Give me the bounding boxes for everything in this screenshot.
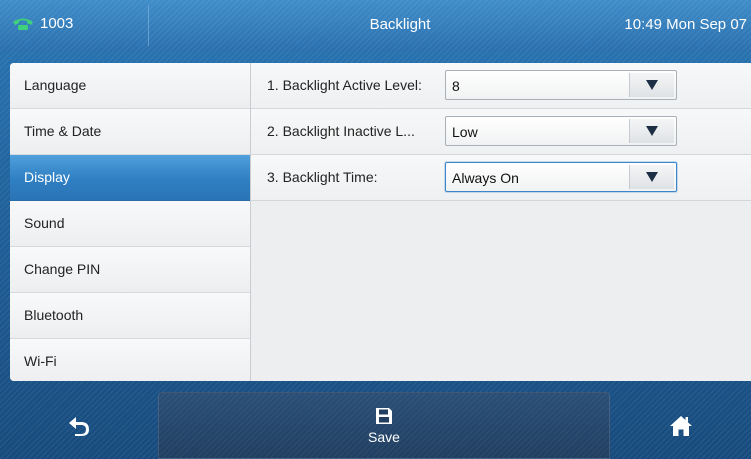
sidebar: Language Time & Date Display Sound Chang… — [10, 63, 251, 381]
clock: 10:49 Mon Sep 07 — [624, 16, 747, 33]
sidebar-item-label: Display — [24, 169, 70, 185]
dropdown-button[interactable] — [629, 119, 674, 143]
setting-row-backlight-time: 3. Backlight Time: Always On — [251, 155, 751, 201]
status-bar: 1003 Backlight 10:49 Mon Sep 07 — [0, 0, 751, 52]
status-divider — [148, 6, 149, 46]
settings-panel: Language Time & Date Display Sound Chang… — [10, 63, 751, 381]
backlight-active-level-select[interactable]: 8 — [445, 70, 677, 100]
sidebar-item-language[interactable]: Language — [10, 63, 250, 109]
settings-content: 1. Backlight Active Level: 8 2. Backligh… — [251, 63, 751, 381]
backlight-inactive-level-select[interactable]: Low — [445, 116, 677, 146]
sidebar-item-label: Change PIN — [24, 261, 101, 277]
save-label: Save — [368, 428, 400, 445]
triangle-down-icon — [646, 80, 658, 90]
setting-label: 3. Backlight Time: — [267, 169, 378, 185]
account-indicator: 1003 — [12, 15, 73, 32]
floppy-disk-icon — [376, 407, 392, 424]
dropdown-button[interactable] — [629, 165, 674, 189]
save-button[interactable]: Save — [158, 392, 610, 459]
setting-row-active-level: 1. Backlight Active Level: 8 — [251, 63, 751, 109]
setting-row-inactive-level: 2. Backlight Inactive L... Low — [251, 109, 751, 155]
setting-label: 1. Backlight Active Level: — [267, 77, 422, 93]
sidebar-item-wifi[interactable]: Wi-Fi — [10, 339, 250, 381]
home-icon — [669, 415, 692, 436]
phone-icon — [13, 18, 33, 30]
sidebar-item-change-pin[interactable]: Change PIN — [10, 247, 250, 293]
sidebar-item-time-date[interactable]: Time & Date — [10, 109, 250, 155]
select-value: Low — [452, 124, 478, 140]
dropdown-button[interactable] — [629, 73, 674, 97]
sidebar-item-label: Time & Date — [24, 123, 102, 139]
account-number: 1003 — [40, 15, 74, 32]
softkey-bar: Save — [0, 392, 751, 459]
home-button[interactable] — [610, 392, 751, 459]
back-button[interactable] — [0, 392, 158, 459]
page-title: Backlight — [369, 16, 431, 33]
sidebar-item-bluetooth[interactable]: Bluetooth — [10, 293, 250, 339]
back-arrow-icon — [69, 416, 89, 436]
backlight-time-select[interactable]: Always On — [445, 162, 677, 192]
select-value: Always On — [452, 170, 519, 186]
select-value: 8 — [452, 78, 460, 94]
triangle-down-icon — [646, 126, 658, 136]
setting-label: 2. Backlight Inactive L... — [267, 123, 415, 139]
triangle-down-icon — [646, 172, 658, 182]
sidebar-item-sound[interactable]: Sound — [10, 201, 250, 247]
sidebar-item-label: Language — [24, 77, 87, 93]
sidebar-item-label: Wi-Fi — [24, 353, 57, 369]
sidebar-item-label: Sound — [24, 215, 65, 231]
sidebar-item-label: Bluetooth — [24, 307, 84, 323]
sidebar-item-display[interactable]: Display — [10, 155, 250, 201]
